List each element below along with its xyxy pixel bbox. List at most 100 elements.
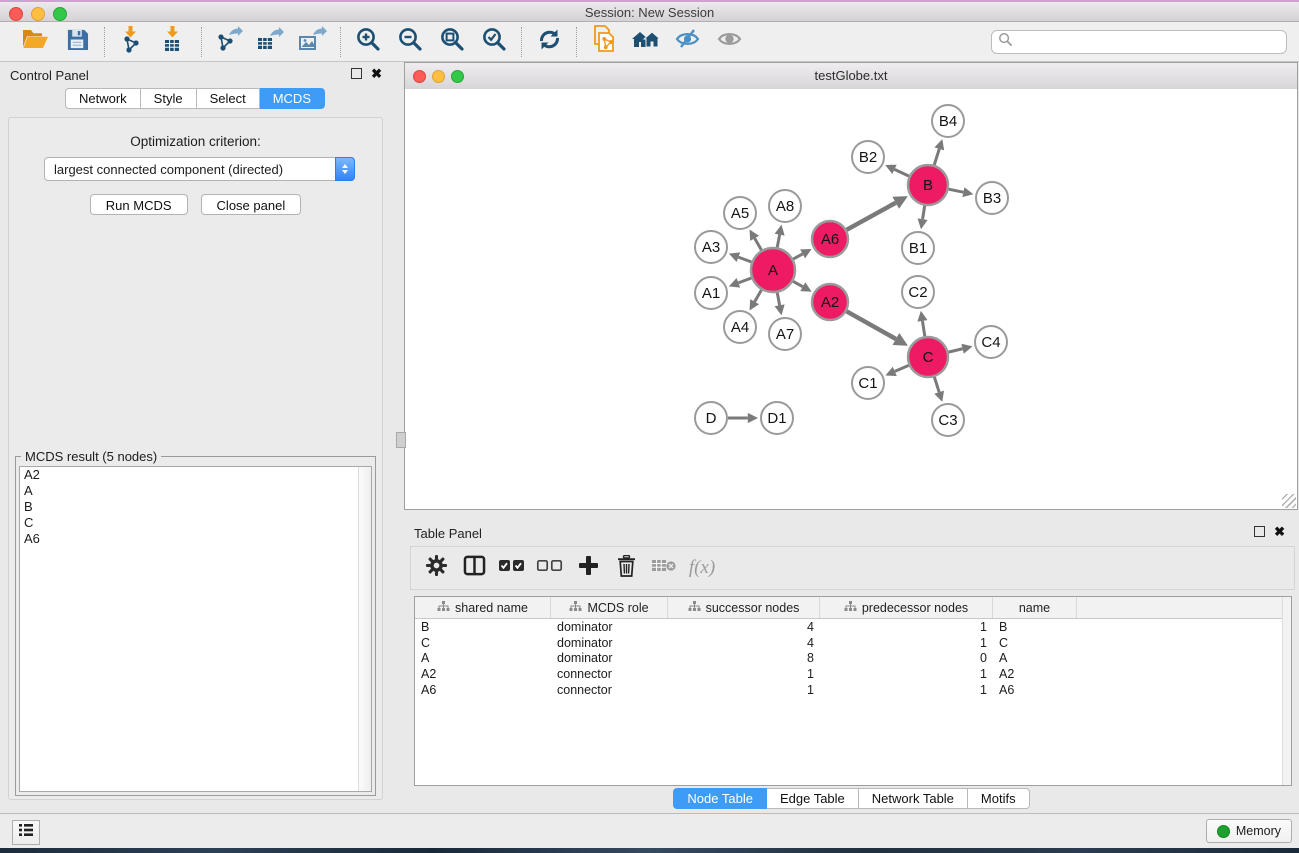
mcds-result-list[interactable]: A2ABCA6	[19, 466, 372, 792]
home-button[interactable]	[629, 27, 663, 57]
node-B3[interactable]: B3	[976, 182, 1008, 214]
table-cell[interactable]: connector	[551, 667, 668, 681]
tab-edge-table[interactable]: Edge Table	[767, 788, 859, 809]
table-cell[interactable]: 1	[820, 620, 993, 634]
result-list-item[interactable]: A	[20, 483, 371, 499]
delete-button[interactable]	[607, 551, 645, 585]
table-cell[interactable]: 4	[668, 636, 820, 650]
table-cell[interactable]: 4	[668, 620, 820, 634]
node-D1[interactable]: D1	[761, 402, 793, 434]
optimization-dropdown[interactable]: largest connected component (directed)	[44, 157, 355, 181]
memory-button[interactable]: Memory	[1206, 819, 1292, 843]
table-row[interactable]: A6connector11A6	[415, 682, 1291, 698]
column-header-predecessor-nodes[interactable]: predecessor nodes	[820, 597, 993, 618]
node-A7[interactable]: A7	[769, 318, 801, 350]
table-cell[interactable]: dominator	[551, 636, 668, 650]
table-cell[interactable]: C	[993, 636, 1077, 650]
table-cell[interactable]: 1	[668, 667, 820, 681]
node-table[interactable]: shared nameMCDS rolesuccessor nodesprede…	[414, 596, 1292, 786]
edge-A6-B[interactable]	[847, 203, 896, 230]
table-cell[interactable]: 0	[820, 651, 993, 665]
clipboard-network-button[interactable]	[587, 27, 621, 57]
node-C4[interactable]: C4	[975, 326, 1007, 358]
edge-A-A3[interactable]	[738, 257, 751, 262]
table-cell[interactable]: 1	[820, 636, 993, 650]
table-cell[interactable]: 8	[668, 651, 820, 665]
add-button[interactable]	[569, 551, 607, 585]
network-canvas[interactable]: B4B2BB3A5A8A6A3AB1A1C2A2A4A7C4CC1C3DD1	[405, 89, 1297, 509]
edge-A-A6[interactable]	[793, 254, 802, 259]
table-cell[interactable]: dominator	[551, 651, 668, 665]
edge-A2-C[interactable]	[847, 311, 896, 339]
save-session-button[interactable]	[60, 27, 94, 57]
edge-B-B3[interactable]	[949, 189, 964, 192]
column-header-name[interactable]: name	[993, 597, 1077, 618]
edge-B-B4[interactable]	[934, 149, 939, 165]
table-cell[interactable]: connector	[551, 683, 668, 697]
tab-mcds[interactable]: MCDS	[260, 88, 325, 109]
resize-grip[interactable]	[1282, 494, 1296, 508]
node-A8[interactable]: A8	[769, 190, 801, 222]
search-input[interactable]	[1017, 33, 1280, 50]
node-B4[interactable]: B4	[932, 105, 964, 137]
tab-select[interactable]: Select	[197, 88, 260, 109]
edge-A-A1[interactable]	[738, 278, 751, 283]
settings-button[interactable]	[417, 551, 455, 585]
column-header-successor-nodes[interactable]: successor nodes	[668, 597, 820, 618]
table-row[interactable]: Adominator80A	[415, 651, 1291, 667]
column-header-MCDS-role[interactable]: MCDS role	[551, 597, 668, 618]
table-cell[interactable]: B	[415, 620, 551, 634]
edge-A-A4[interactable]	[755, 290, 762, 302]
task-history-button[interactable]	[12, 820, 40, 845]
export-network-button[interactable]	[212, 27, 246, 57]
table-row[interactable]: Bdominator41B	[415, 619, 1291, 635]
zoom-fit-button[interactable]	[435, 27, 469, 57]
close-panel-icon[interactable]: ✖	[371, 68, 382, 79]
table-cell[interactable]: B	[993, 620, 1077, 634]
table-cell[interactable]: A	[415, 651, 551, 665]
splitter-thumb[interactable]	[396, 432, 406, 448]
node-A[interactable]: A	[751, 248, 795, 292]
table-cell[interactable]: A	[993, 651, 1077, 665]
node-B2[interactable]: B2	[852, 141, 884, 173]
export-image-button[interactable]	[296, 27, 330, 57]
table-cell[interactable]: C	[415, 636, 551, 650]
node-A2[interactable]: A2	[812, 284, 848, 320]
tab-style[interactable]: Style	[141, 88, 197, 109]
dropdown-stepper-icon[interactable]	[335, 157, 355, 181]
table-row[interactable]: Cdominator41C	[415, 635, 1291, 651]
hide-selected-button[interactable]	[671, 27, 705, 57]
export-table-button[interactable]	[254, 27, 288, 57]
node-C1[interactable]: C1	[852, 367, 884, 399]
run-mcds-button[interactable]: Run MCDS	[90, 194, 188, 215]
edge-C-C4[interactable]	[948, 349, 962, 352]
table-scrollbar[interactable]	[1282, 597, 1291, 785]
refresh-button[interactable]	[532, 27, 566, 57]
open-session-button[interactable]	[18, 27, 52, 57]
tab-network-table[interactable]: Network Table	[859, 788, 968, 809]
table-cell[interactable]: 1	[820, 667, 993, 681]
table-cell[interactable]: A2	[415, 667, 551, 681]
result-list-item[interactable]: A6	[20, 531, 371, 547]
edge-C-C2[interactable]	[922, 321, 924, 336]
edge-A-A8[interactable]	[777, 235, 779, 248]
node-A5[interactable]: A5	[724, 197, 756, 229]
node-B[interactable]: B	[908, 165, 948, 205]
node-C[interactable]: C	[908, 337, 948, 377]
import-network-button[interactable]	[115, 27, 149, 57]
edge-C-C1[interactable]	[895, 365, 909, 371]
table-row[interactable]: A2connector11A2	[415, 666, 1291, 682]
close-table-panel-icon[interactable]: ✖	[1274, 526, 1285, 537]
node-A6[interactable]: A6	[812, 221, 848, 257]
columns-button[interactable]	[455, 551, 493, 585]
edge-B-B2[interactable]	[894, 169, 909, 176]
zoom-selected-button[interactable]	[477, 27, 511, 57]
float-table-panel-icon[interactable]	[1254, 526, 1265, 537]
edge-A-A2[interactable]	[793, 281, 803, 286]
table-cell[interactable]: dominator	[551, 620, 668, 634]
result-list-item[interactable]: A2	[20, 467, 371, 483]
edge-B-B1[interactable]	[923, 206, 925, 219]
tab-node-table[interactable]: Node Table	[673, 788, 767, 809]
search-box[interactable]	[991, 30, 1287, 54]
deselect-all-button[interactable]	[531, 551, 569, 585]
